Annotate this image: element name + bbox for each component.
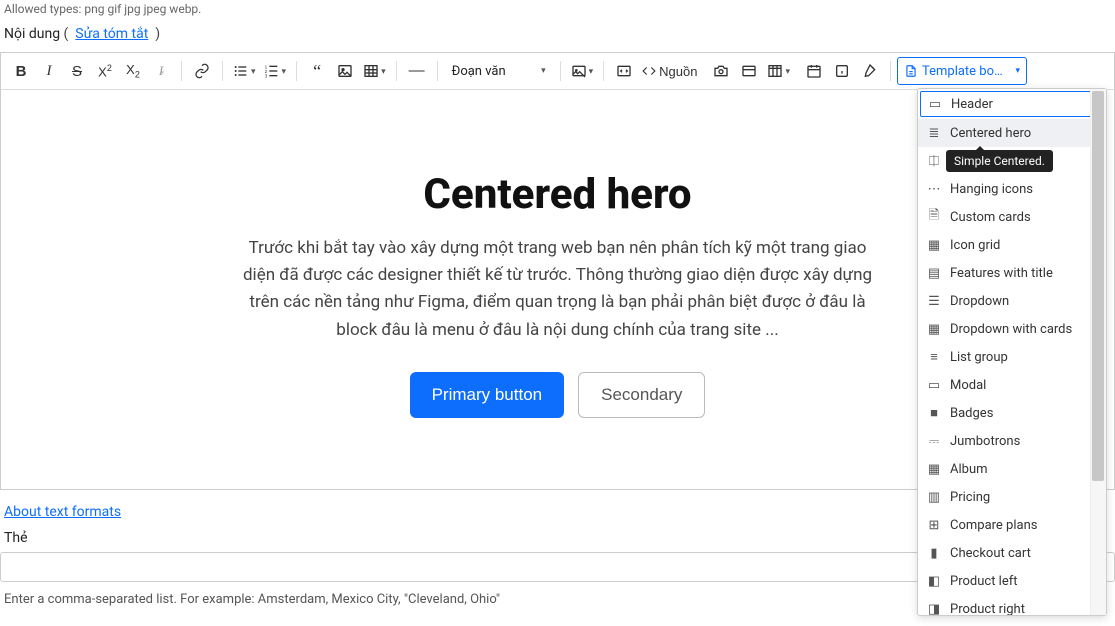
- template-option-label: Header: [951, 97, 993, 112]
- card-button[interactable]: [735, 57, 763, 85]
- template-option-icon: ≣: [926, 125, 942, 141]
- svg-text:3: 3: [264, 74, 267, 79]
- template-button-label: Template bo…: [922, 64, 1013, 79]
- template-option-label: Jumbotrons: [950, 434, 1020, 449]
- template-option-icon: ▦: [926, 461, 942, 477]
- template-option[interactable]: ▭ Modal: [918, 371, 1106, 399]
- code-button[interactable]: [610, 57, 638, 85]
- template-option-label: Album: [950, 462, 988, 477]
- template-option-label: Badges: [950, 406, 993, 421]
- template-option-icon: 🗎: [926, 209, 942, 225]
- template-option-icon: ▦: [926, 321, 942, 337]
- template-option-label: Icon grid: [950, 238, 1000, 253]
- paren-open: (: [64, 26, 72, 42]
- template-option[interactable]: ⋯ Hanging icons: [918, 175, 1106, 203]
- template-option[interactable]: ◨ Product right: [918, 595, 1106, 615]
- template-option[interactable]: ⎓ Jumbotrons: [918, 427, 1106, 455]
- content-label: Nội dung: [4, 26, 60, 42]
- link-button[interactable]: [188, 57, 216, 85]
- subscript-button[interactable]: X2: [119, 57, 147, 85]
- hero-body-text: Trước khi bắt tay vào xây dựng một trang…: [238, 235, 878, 344]
- template-option-icon: ■: [926, 405, 942, 421]
- template-option[interactable]: ≡ List group: [918, 343, 1106, 371]
- tooltip: Simple Centered.: [946, 150, 1053, 172]
- heading-dropdown[interactable]: Đoạn văn ▾: [444, 57, 554, 85]
- template-option-label: Centered hero: [950, 126, 1031, 141]
- template-option-icon: ⋯: [926, 181, 942, 197]
- dropdown-scrollbar[interactable]: [1090, 89, 1106, 615]
- allowed-types-hint: Allowed types: png gif jpg jpeg webp.: [0, 0, 1115, 22]
- clear-format-button[interactable]: I: [147, 57, 175, 85]
- template-option-label: Compare plans: [950, 518, 1037, 533]
- template-option[interactable]: ▦ Album: [918, 455, 1106, 483]
- about-text-formats-link[interactable]: About text formats: [0, 502, 125, 522]
- strikethrough-button[interactable]: S: [63, 57, 91, 85]
- template-option[interactable]: ▭ Header: [920, 91, 1104, 117]
- template-option-icon: ⊞: [926, 517, 942, 533]
- template-option-icon: ⎅: [926, 153, 942, 169]
- numbered-list-button[interactable]: 123 ▾: [260, 57, 291, 85]
- hero-primary-button[interactable]: Primary button: [410, 372, 565, 418]
- template-option[interactable]: ▦ Icon grid: [918, 231, 1106, 259]
- source-label: Nguồn: [659, 64, 697, 79]
- template-option-icon: ▮: [926, 545, 942, 561]
- bold-button[interactable]: B: [7, 57, 35, 85]
- source-button[interactable]: Nguồn: [638, 57, 701, 85]
- editor-toolbar: B I S X2 X2 I ▾ 123 ▾ “ ▾ ―: [0, 52, 1115, 90]
- blockquote-button[interactable]: “: [303, 57, 331, 85]
- template-option[interactable]: ☰ Dropdown: [918, 287, 1106, 315]
- content-label-row: Nội dung ( Sửa tóm tắt ): [0, 22, 1115, 52]
- table-button[interactable]: ▾: [359, 57, 390, 85]
- template-option[interactable]: ▥ Pricing: [918, 483, 1106, 511]
- template-option-icon: ☰: [926, 293, 942, 309]
- italic-button[interactable]: I: [35, 57, 63, 85]
- template-option-icon: ▥: [926, 489, 942, 505]
- template-option-label: Features with title: [950, 266, 1053, 281]
- paren-close: ): [152, 26, 160, 42]
- hero-secondary-button[interactable]: Secondary: [578, 372, 705, 418]
- template-option-icon: ◨: [926, 601, 942, 615]
- template-option[interactable]: ■ Badges: [918, 399, 1106, 427]
- template-option-label: Product right: [950, 602, 1025, 616]
- calendar-button[interactable]: [800, 57, 828, 85]
- template-option-icon: ▭: [926, 377, 942, 393]
- template-option[interactable]: 🗎 Custom cards: [918, 203, 1106, 231]
- embed-button[interactable]: ▾: [567, 57, 598, 85]
- info-button[interactable]: [828, 57, 856, 85]
- template-option[interactable]: ≣ Centered hero: [918, 119, 1106, 147]
- template-option-label: Pricing: [950, 490, 990, 505]
- template-option[interactable]: ▮ Checkout cart: [918, 539, 1106, 567]
- template-option-icon: ◧: [926, 573, 942, 589]
- template-dropdown-menu: ▭Header≣Centered hero⎅Simple Centered.⋯H…: [917, 88, 1107, 616]
- template-option-label: Dropdown with cards: [950, 322, 1072, 337]
- template-option-icon: ▭: [927, 96, 943, 112]
- horizontal-rule-button[interactable]: ―: [403, 57, 431, 85]
- document-icon: [904, 64, 918, 78]
- image-button[interactable]: [331, 57, 359, 85]
- template-option-label: Dropdown: [950, 294, 1009, 309]
- heading-dropdown-label: Đoạn văn: [452, 64, 506, 79]
- camera-button[interactable]: [707, 57, 735, 85]
- template-option-label: Hanging icons: [950, 182, 1033, 197]
- template-option-icon: ≡: [926, 349, 942, 365]
- template-option-label: Product left: [950, 574, 1018, 589]
- edit-summary-link[interactable]: Sửa tóm tắt: [75, 26, 148, 42]
- template-dropdown-button[interactable]: Template bo… ▾: [897, 57, 1027, 85]
- template-option-icon: ▦: [926, 237, 942, 253]
- template-option-icon: ⎓: [926, 433, 942, 449]
- highlight-button[interactable]: [856, 57, 884, 85]
- template-option[interactable]: ▦ Dropdown with cards: [918, 315, 1106, 343]
- template-option-label: Checkout cart: [950, 546, 1031, 561]
- template-option[interactable]: ◧ Product left: [918, 567, 1106, 595]
- template-option[interactable]: ⊞ Compare plans: [918, 511, 1106, 539]
- template-option-label: Modal: [950, 378, 986, 393]
- template-option-icon: ▤: [926, 265, 942, 281]
- bulleted-list-button[interactable]: ▾: [229, 57, 260, 85]
- template-option-label: List group: [950, 350, 1008, 365]
- template-option[interactable]: ▤ Features with title: [918, 259, 1106, 287]
- template-option-label: Custom cards: [950, 210, 1031, 225]
- columns-button[interactable]: ▾: [763, 57, 794, 85]
- superscript-button[interactable]: X2: [91, 57, 119, 85]
- template-option[interactable]: ⎅Simple Centered.: [918, 147, 1106, 175]
